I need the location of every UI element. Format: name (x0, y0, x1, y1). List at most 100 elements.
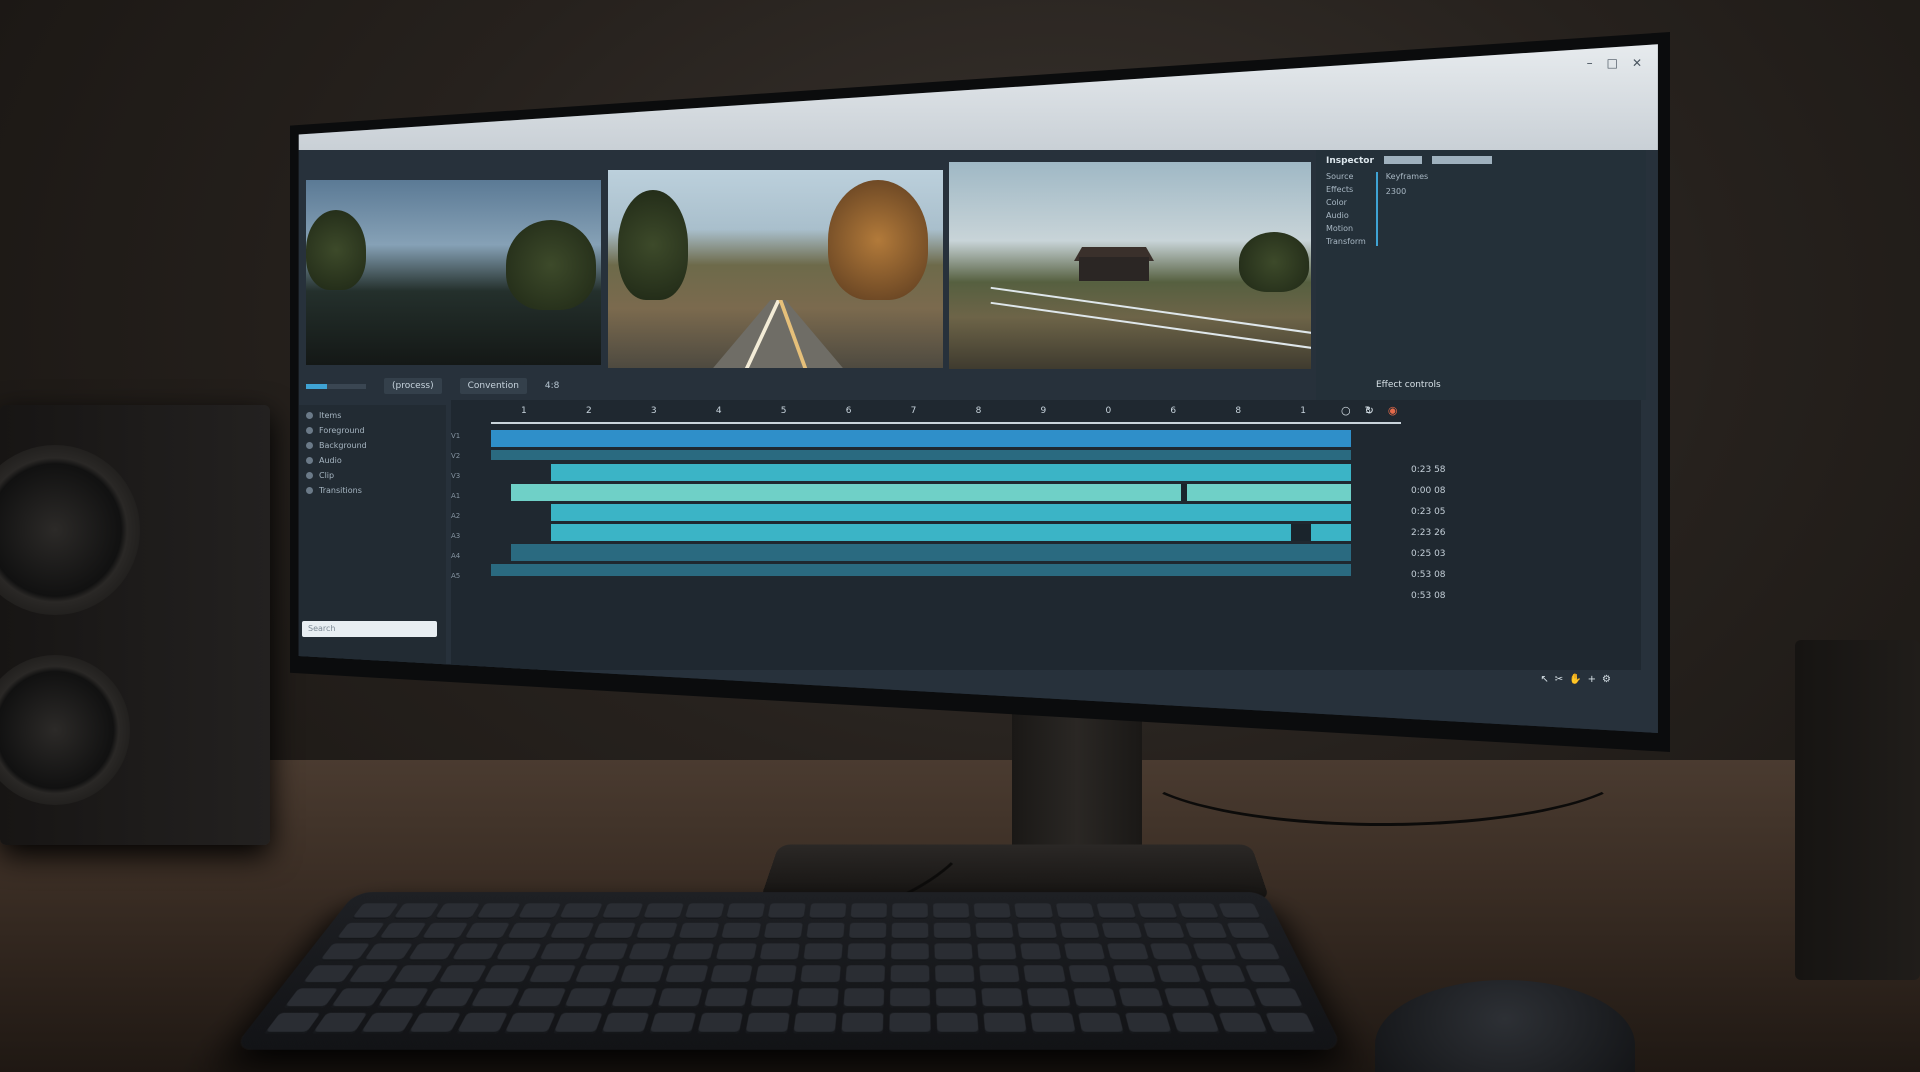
playhead-line[interactable] (491, 422, 1401, 424)
select-tool-icon[interactable]: ↖ (1540, 674, 1548, 685)
maximize-button[interactable]: □ (1607, 56, 1618, 70)
hand-tool-icon[interactable]: ✋ (1569, 674, 1581, 685)
keyboard-key (1209, 988, 1257, 1008)
speaker (0, 405, 270, 845)
cable (1130, 700, 1636, 826)
timeline-clip[interactable] (511, 484, 1351, 501)
inspector-item[interactable]: Color (1326, 198, 1366, 207)
convention-button[interactable]: Convention (459, 378, 527, 394)
ruler-tick: 8 (1235, 406, 1242, 416)
keyboard-key (767, 903, 806, 919)
keyboard-key (627, 943, 671, 961)
timeline-clip[interactable] (511, 544, 1351, 561)
bin-item[interactable]: Foreground (306, 426, 436, 435)
timeline-tools: ↖ ✂ ✋ + ⚙ (1540, 674, 1611, 685)
keyboard-key (1218, 903, 1261, 919)
timeline-clip[interactable] (491, 564, 1351, 576)
keyboard-key (635, 922, 678, 940)
timeline-clip[interactable] (491, 450, 1351, 460)
tree (618, 190, 688, 300)
timeline-clip[interactable] (551, 464, 1351, 481)
video-editor: (process) Convention 4:8 Inspector Sourc… (298, 150, 1658, 733)
loop-icon[interactable]: ↻ (1365, 404, 1374, 417)
settings-icon[interactable]: ⚙ (1602, 674, 1611, 685)
keyboard-key (890, 988, 931, 1008)
keyboard-key (1235, 943, 1281, 961)
keyboard-key (1096, 903, 1137, 919)
track-header[interactable]: V2 (451, 452, 489, 466)
play-icon[interactable]: ○ (1341, 404, 1351, 417)
bin-item[interactable]: Audio (306, 456, 436, 465)
inspector-item[interactable]: Audio (1326, 211, 1366, 220)
scrub-bar[interactable] (306, 383, 366, 389)
close-button[interactable]: ✕ (1632, 56, 1642, 70)
scrub-bar-fill (306, 383, 327, 389)
keyboard-key (351, 903, 399, 919)
overlay-line (990, 286, 1311, 340)
time-ruler[interactable]: 1 2 3 4 5 6 7 8 9 0 6 8 1 3 (491, 400, 1401, 422)
record-icon[interactable]: ◉ (1388, 404, 1398, 417)
keyboard-key (407, 943, 456, 961)
keyboard-key (664, 965, 709, 984)
inspector-slider[interactable] (1431, 156, 1492, 164)
ruler-tick: 1 (1300, 406, 1306, 416)
timeline[interactable]: 1 2 3 4 5 6 7 8 9 0 6 8 1 3 ○ ↻ ◉ V1 V2 … (451, 400, 1641, 685)
track-header[interactable]: V1 (451, 432, 489, 446)
inspector-item[interactable]: Source (1326, 172, 1366, 181)
keyboard (231, 892, 1344, 1050)
keyboard-key (1124, 1012, 1172, 1034)
keyframes-value[interactable]: 2300 (1386, 187, 1428, 196)
minimize-button[interactable]: – (1587, 56, 1593, 70)
inspector-title: Inspector (1326, 156, 1374, 166)
track-header[interactable]: A4 (451, 552, 489, 566)
track-header[interactable]: A3 (451, 532, 489, 546)
keyboard-key (1067, 965, 1111, 984)
inspector-item[interactable]: Motion (1326, 224, 1366, 233)
keyboard-key (610, 988, 657, 1008)
add-icon[interactable]: + (1588, 674, 1596, 685)
process-button[interactable]: (process) (384, 378, 442, 394)
keyboard-key (759, 943, 800, 961)
keyboard-key (464, 922, 511, 940)
timeline-clip[interactable] (551, 524, 1351, 541)
bin-item[interactable]: Transitions (306, 486, 436, 495)
keyboard-key (754, 965, 797, 984)
track-header[interactable]: A2 (451, 512, 489, 526)
source-viewer[interactable] (306, 180, 601, 365)
reference-viewer[interactable] (949, 162, 1311, 369)
keyboard-key (936, 1012, 980, 1034)
bin-item[interactable]: Background (306, 441, 436, 450)
keyboard-key (891, 943, 930, 961)
bin-item[interactable]: Items (306, 411, 436, 420)
track-header[interactable]: A5 (451, 572, 489, 586)
ruler-tick: 6 (1170, 406, 1177, 416)
keyboard-key (981, 988, 1024, 1008)
keyboard-key (495, 943, 542, 961)
house (1079, 257, 1149, 281)
timecode: 0:53 08 (1411, 591, 1446, 601)
keyboard-key (934, 943, 974, 961)
bin-item[interactable]: Clip (306, 471, 436, 480)
track-header[interactable]: A1 (451, 492, 489, 506)
keyboard-key (1149, 943, 1194, 961)
keyboard-key (1030, 1012, 1076, 1034)
keyboard-key (552, 1012, 603, 1034)
keyboard-key (1136, 903, 1178, 919)
track-header[interactable]: V3 (451, 472, 489, 486)
keyboard-key (1017, 922, 1057, 940)
keyboard-key (763, 922, 803, 940)
keyboard-key (841, 1012, 884, 1034)
razor-tool-icon[interactable]: ✂ (1555, 674, 1563, 685)
inspector-item[interactable]: Transform (1326, 237, 1366, 246)
program-viewer[interactable] (608, 170, 943, 368)
inspector-slider[interactable] (1383, 156, 1422, 164)
keyboard-key (936, 988, 978, 1008)
keyboard-key (1226, 922, 1271, 940)
inspector-item[interactable]: Effects (1326, 185, 1366, 194)
timeline-clip[interactable] (551, 504, 1351, 521)
bin-search-input[interactable]: Search (302, 621, 437, 637)
bin-item-label: Background (319, 441, 367, 450)
monitor-screen: – □ ✕ (process) Convention 4:8 Inspector… (298, 44, 1658, 733)
timeline-clip[interactable] (491, 430, 1351, 447)
keyboard-keys (264, 903, 1316, 1034)
